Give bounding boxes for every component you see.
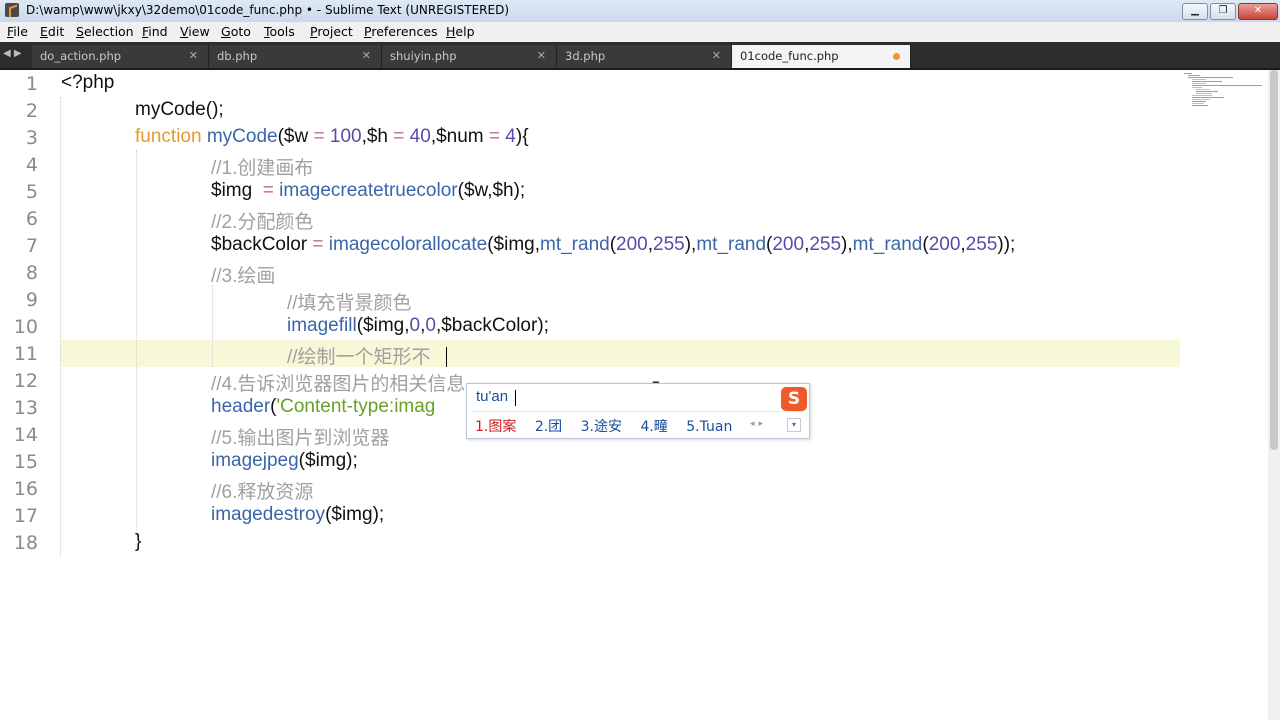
line-number: 2 <box>25 100 38 122</box>
indent-guide <box>60 97 61 557</box>
line-number: 16 <box>13 478 38 500</box>
current-line-highlight <box>60 340 1180 367</box>
window-title: D:\wamp\www\jkxy\32demo\01code_func.php … <box>26 3 509 17</box>
menu-project[interactable]: Project <box>310 24 353 39</box>
title-bar: D:\wamp\www\jkxy\32demo\01code_func.php … <box>0 0 1280 23</box>
line-number-gutter: 1 2 3 4 5 6 7 8 9 10 11 12 13 14 15 16 1… <box>0 70 52 720</box>
close-icon[interactable]: ✕ <box>712 49 721 62</box>
maximize-button[interactable]: ❐ <box>1210 3 1236 20</box>
line-number: 3 <box>25 127 38 149</box>
menu-selection[interactable]: Selection <box>76 24 134 39</box>
code-line-11: //绘制一个矩形不 <box>287 347 431 368</box>
close-icon[interactable]: ✕ <box>537 49 546 62</box>
vertical-scrollbar[interactable] <box>1268 70 1280 720</box>
tab-label: shuiyin.php <box>390 49 457 63</box>
code-line-4: //1.创建画布 <box>211 158 314 179</box>
ime-candidate[interactable]: 4.疃 <box>640 419 667 435</box>
ime-candidate[interactable]: 3.途安 <box>581 419 622 435</box>
tab-3d[interactable]: 3d.php ✕ <box>557 45 732 68</box>
ime-candidate[interactable]: 2.团 <box>535 419 562 435</box>
menu-preferences[interactable]: Preferences <box>364 24 438 39</box>
menu-find[interactable]: Find <box>142 24 168 39</box>
sogou-logo-icon[interactable]: S <box>781 387 807 411</box>
code-line-6: //2.分配颜色 <box>211 212 314 233</box>
indent-guide <box>136 150 137 530</box>
line-number: 9 <box>25 289 38 311</box>
code-line-8: //3.绘画 <box>211 266 276 287</box>
line-number: 1 <box>25 73 38 95</box>
tab-label: db.php <box>217 49 258 63</box>
code-line-17: imagedestroy($img); <box>211 504 385 525</box>
line-number: 10 <box>13 316 38 338</box>
tab-bar: ◀ ▶ do_action.php ✕ db.php ✕ shuiyin.php… <box>0 42 1280 70</box>
ime-candidate-list: 1.图案 2.团 3.途安 4.疃 5.Tuan <box>475 416 746 436</box>
menu-edit[interactable]: Edit <box>40 24 64 39</box>
menu-goto[interactable]: Goto <box>221 24 251 39</box>
ime-composition-text: tu'an <box>476 388 509 405</box>
close-icon[interactable]: ✕ <box>189 49 198 62</box>
code-line-10: imagefill($img,0,0,$backColor); <box>287 315 549 336</box>
code-line-3: function myCode($w = 100,$h = 40,$num = … <box>135 126 529 147</box>
code-line-2: myCode(); <box>135 99 224 120</box>
code-line-16: //6.释放资源 <box>211 482 314 503</box>
menu-view[interactable]: View <box>180 24 210 39</box>
tab-do-action[interactable]: do_action.php ✕ <box>32 45 209 68</box>
line-number: 18 <box>13 532 38 554</box>
minimize-button[interactable]: ▁ <box>1182 3 1208 20</box>
line-number: 8 <box>25 262 38 284</box>
line-number: 11 <box>13 343 38 365</box>
line-number: 13 <box>13 397 38 419</box>
code-line-13: header('Content-type:imag <box>211 396 436 417</box>
menu-help[interactable]: Help <box>446 24 475 39</box>
menu-tools[interactable]: Tools <box>264 24 295 39</box>
ime-candidate[interactable]: 5.Tuan <box>686 419 732 435</box>
unsaved-dot-icon[interactable] <box>893 53 900 60</box>
tab-scroll-arrows[interactable]: ◀ ▶ <box>3 48 22 59</box>
scrollbar-thumb[interactable] <box>1270 70 1278 450</box>
minimap[interactable] <box>1182 72 1267 112</box>
code-line-1: <?php <box>61 72 115 93</box>
tab-label: 01code_func.php <box>740 49 839 63</box>
indent-guide <box>212 285 213 367</box>
code-line-9: //填充背景颜色 <box>287 293 412 314</box>
tab-db[interactable]: db.php ✕ <box>209 45 382 68</box>
menu-file[interactable]: File <box>7 24 28 39</box>
tab-01code-func[interactable]: 01code_func.php <box>732 45 911 68</box>
tab-label: do_action.php <box>40 49 122 63</box>
ime-caret <box>515 390 516 406</box>
ime-page-arrows-icon[interactable]: ◂▸ <box>750 419 767 429</box>
ime-candidate-popup: tu'an S 1.图案 2.团 3.途安 4.疃 5.Tuan ◂▸ ▾ <box>466 383 810 439</box>
ime-dropdown-icon[interactable]: ▾ <box>787 418 801 432</box>
sublime-text-icon <box>5 3 19 17</box>
close-icon[interactable]: ✕ <box>362 49 371 62</box>
code-line-7: $backColor = imagecolorallocate($img,mt_… <box>211 234 1016 255</box>
line-number: 5 <box>25 181 38 203</box>
text-caret <box>446 347 447 367</box>
line-number: 4 <box>25 154 38 176</box>
code-line-5: $img = imagecreatetruecolor($w,$h); <box>211 180 526 201</box>
ime-candidate[interactable]: 1.图案 <box>475 419 516 435</box>
line-number: 15 <box>13 451 38 473</box>
code-line-15: imagejpeg($img); <box>211 450 358 471</box>
ime-divider <box>473 411 803 412</box>
line-number: 17 <box>13 505 38 527</box>
code-line-14: //5.输出图片到浏览器 <box>211 428 390 449</box>
line-number: 7 <box>25 235 38 257</box>
close-button[interactable]: ✕ <box>1238 3 1278 20</box>
menu-bar: File Edit Selection Find View Goto Tools… <box>0 22 1280 42</box>
line-number: 12 <box>13 370 38 392</box>
tab-shuiyin[interactable]: shuiyin.php ✕ <box>382 45 557 68</box>
tab-label: 3d.php <box>565 49 606 63</box>
line-number: 14 <box>13 424 38 446</box>
code-line-18: } <box>135 531 142 552</box>
line-number: 6 <box>25 208 38 230</box>
code-line-12: //4.告诉浏览器图片的相关信息 <box>211 374 466 395</box>
